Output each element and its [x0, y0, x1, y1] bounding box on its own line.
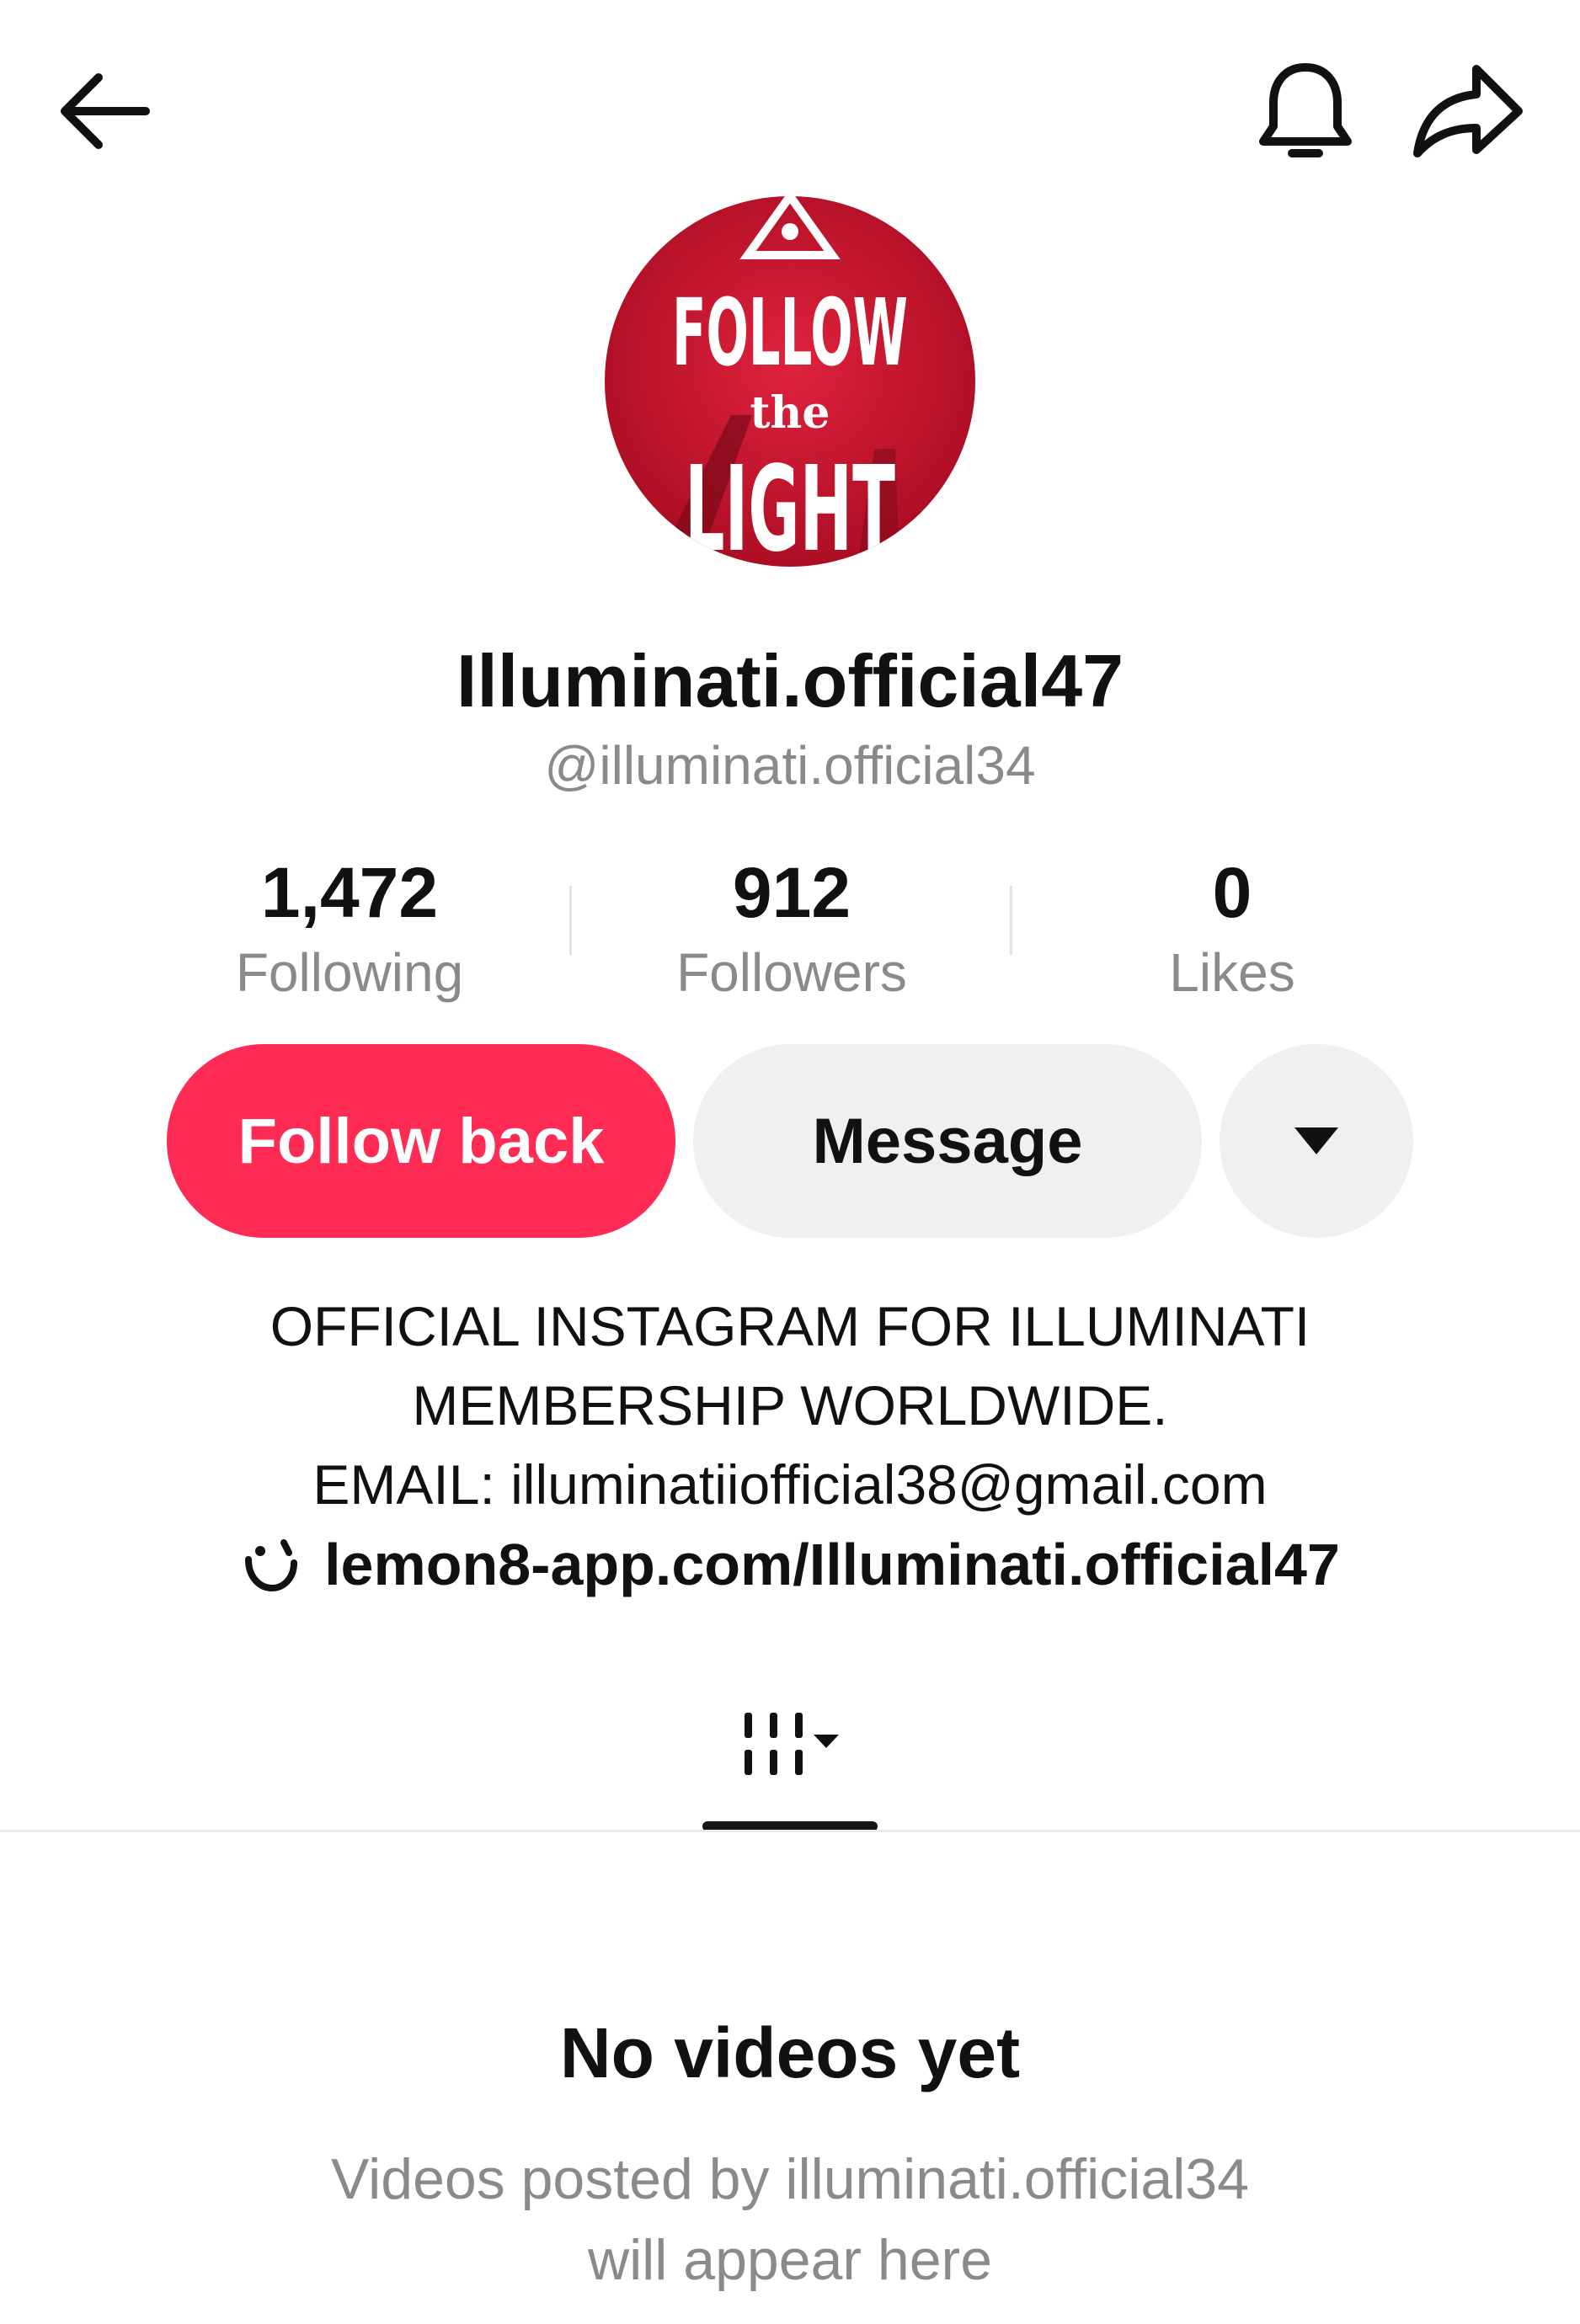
- tab-divider: [0, 1830, 1580, 1832]
- stat-followers[interactable]: 912 Followers: [615, 850, 969, 1010]
- back-arrow-icon: [61, 73, 150, 149]
- back-button[interactable]: [46, 59, 164, 160]
- following-count: 1,472: [260, 853, 439, 932]
- stat-following[interactable]: 1,472 Following: [173, 850, 526, 1010]
- more-options-button[interactable]: [1220, 1044, 1413, 1238]
- stat-divider: [569, 886, 572, 955]
- notifications-button[interactable]: [1246, 51, 1364, 168]
- empty-state-line: Videos posted by illuminati.official34: [331, 2147, 1249, 2211]
- profile-bio: OFFICIAL INSTAGRAM FOR ILLUMINATI MEMBER…: [0, 1287, 1580, 1524]
- likes-count: 0: [1212, 853, 1252, 932]
- stat-likes[interactable]: 0 Likes: [1055, 850, 1409, 1010]
- caret-down-icon: [814, 1735, 839, 1748]
- follow-back-button[interactable]: Follow back: [167, 1044, 675, 1238]
- empty-state-line: will appear here: [587, 2228, 993, 2292]
- avatar-text-the: the: [750, 387, 830, 439]
- stat-divider: [1010, 886, 1012, 955]
- share-icon: [1413, 65, 1523, 157]
- tab-videos[interactable]: [704, 1684, 876, 1831]
- bio-line: OFFICIAL INSTAGRAM FOR ILLUMINATI: [270, 1295, 1310, 1357]
- profile-avatar[interactable]: FOLLOW the LIGHT: [605, 196, 975, 567]
- avatar-text-light: LIGHT: [685, 441, 895, 567]
- message-button[interactable]: Message: [693, 1044, 1202, 1238]
- likes-label: Likes: [1169, 942, 1295, 1003]
- followers-label: Followers: [676, 942, 907, 1003]
- followers-count: 912: [732, 853, 851, 932]
- avatar-text-follow: FOLLOW: [672, 279, 908, 386]
- caret-down-icon: [1294, 1127, 1338, 1154]
- bio-line: MEMBERSHIP WORLDWIDE.: [412, 1374, 1168, 1437]
- profile-link[interactable]: lemon8-app.com/Illuminati.official47: [0, 1531, 1580, 1598]
- display-name: Illuminati.official47: [456, 639, 1124, 722]
- following-label: Following: [235, 942, 464, 1003]
- empty-state-title: No videos yet: [559, 2013, 1021, 2092]
- empty-state-description: Videos posted by illuminati.official34 w…: [0, 2139, 1580, 2300]
- link-text[interactable]: lemon8-app.com/Illuminati.official47: [324, 1531, 1340, 1598]
- bio-line: EMAIL: illuminatiiofficial38@gmail.com: [312, 1453, 1268, 1516]
- share-button[interactable]: [1402, 51, 1529, 168]
- avatar-image: FOLLOW the LIGHT: [605, 196, 975, 567]
- username-handle: @illuminati.official34: [544, 735, 1036, 796]
- bell-icon: [1259, 63, 1352, 157]
- video-grid-icon: [745, 1713, 839, 1775]
- top-navigation-bar: [0, 0, 1580, 202]
- lemon8-smile-icon: [245, 1539, 298, 1592]
